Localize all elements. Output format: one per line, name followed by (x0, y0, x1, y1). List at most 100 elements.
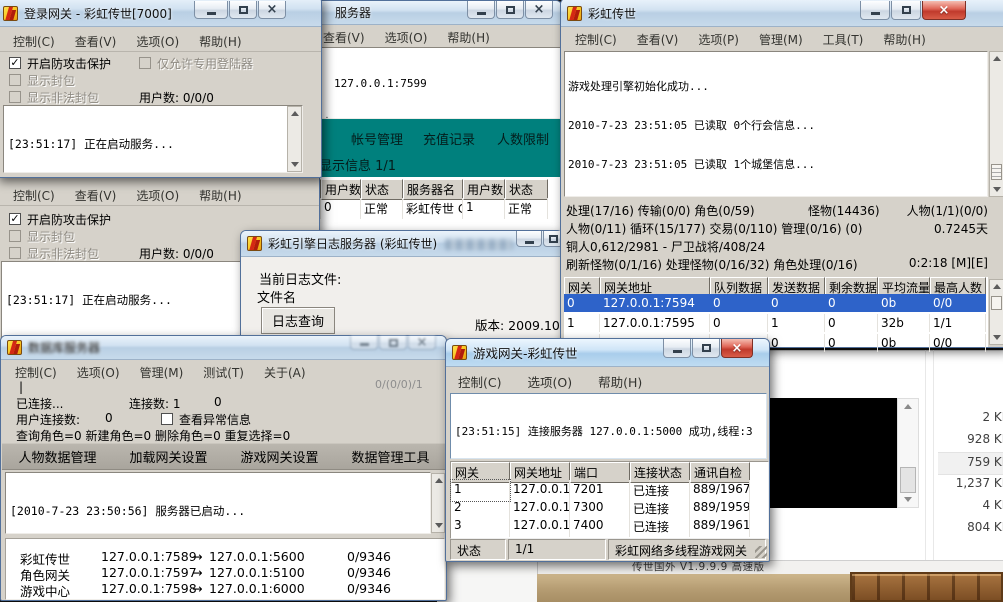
menu-test[interactable]: 测试(T) (203, 364, 244, 381)
file-size-row[interactable]: 928 KB (938, 430, 1003, 451)
scroll-down-icon[interactable] (291, 162, 299, 167)
file-size-row-selected[interactable]: 759 KB (938, 452, 1003, 475)
scroll-up-icon[interactable] (993, 56, 1001, 61)
maximize-button[interactable] (891, 1, 921, 20)
scroll-up-icon[interactable] (993, 284, 1001, 289)
data-manage-tool-button[interactable]: 数据管理工具 (351, 447, 429, 466)
titlebar[interactable]: 彩虹引擎日志服务器 (彩虹传世) (241, 231, 562, 257)
close-button[interactable]: × (258, 1, 286, 19)
column-header[interactable]: 用户数 (463, 179, 505, 200)
load-gateway-config-button[interactable]: 加载网关设置 (129, 447, 207, 466)
status-text: 人物(1/1)(0/0) (907, 202, 988, 219)
file-size-row[interactable]: 804 KB (938, 518, 1003, 539)
scroll-down-icon[interactable] (904, 497, 912, 502)
log-query-button[interactable]: 日志查询 (261, 307, 335, 334)
maximize-button[interactable] (229, 1, 257, 19)
menu-help[interactable]: 帮助(H) (199, 33, 241, 50)
menu-manage[interactable]: 管理(M) (140, 364, 184, 381)
menu-help[interactable]: 帮助(H) (598, 372, 642, 391)
menu-control[interactable]: 控制(C) (15, 364, 57, 381)
table-scrollbar[interactable] (989, 279, 1003, 345)
log-scrollbar[interactable] (431, 473, 445, 533)
menu-tools[interactable]: 工具(T) (823, 31, 864, 48)
menu-options[interactable]: 选项(P) (698, 31, 739, 48)
gateway-log[interactable]: [23:51:17] 正在启动服务... [23:51:17] 启动服务完成..… (3, 105, 303, 173)
menu-options[interactable]: 选项(O) (136, 33, 179, 50)
table-row[interactable]: 1 127.0.0.1:7595 0 1 0 32b 1/1 (564, 314, 986, 332)
menu-help[interactable]: 帮助(H) (883, 31, 925, 48)
scrollbar-thumb[interactable] (991, 164, 1002, 180)
table-row[interactable]: 0 正常 彩虹传世 C 1 正常 (303, 198, 548, 219)
window-main-server: 彩虹传世 × 控制(C) 查看(V) 选项(P) 管理(M) 工具(T) 帮助(… (560, 0, 1003, 348)
scroll-up-icon[interactable] (291, 111, 299, 116)
close-button[interactable]: × (525, 1, 553, 19)
scroll-up-icon[interactable] (904, 404, 912, 409)
scroll-down-icon[interactable] (993, 187, 1001, 192)
checkbox-view-exception[interactable] (161, 413, 173, 425)
account-manage-button[interactable]: 帐号管理 (351, 129, 403, 148)
file-size-row[interactable]: 2 KB (938, 408, 1003, 429)
scroll-up-icon[interactable] (435, 478, 443, 483)
gateway-log[interactable]: [23:51:15] 连接服务器 127.0.0.1:5000 成功,线程:3 … (450, 393, 767, 459)
connection-extra-label: 0 (214, 395, 222, 409)
menu-options[interactable]: 选项(O) (385, 29, 428, 46)
maximize-button[interactable] (379, 336, 407, 350)
menu-view[interactable]: 查看(V) (75, 187, 117, 204)
column-header[interactable]: 服务器名 (403, 179, 463, 200)
show-info-label[interactable]: 显示信息 1/1 (319, 155, 396, 174)
scrollbar-thumb[interactable] (900, 467, 916, 493)
database-log[interactable]: [2010-7-23 23:50:56] 服务器已启动... [2010-7-2… (5, 472, 431, 534)
minimize-button[interactable] (663, 339, 691, 358)
scrollbar-thumb[interactable] (991, 296, 1002, 310)
server-log[interactable]: 127.0.0.1:7599 功: test .0.1/127.0.0.1 数江… (303, 47, 561, 119)
menu-view[interactable]: 查看(V) (75, 33, 117, 50)
menu-options[interactable]: 选项(O) (527, 372, 572, 391)
game-gateway-config-button[interactable]: 游戏网关设置 (240, 447, 318, 466)
menu-help[interactable]: 帮助(H) (447, 29, 489, 46)
checkbox-show-packet (9, 230, 21, 242)
maximize-button[interactable] (692, 339, 720, 358)
menu-help[interactable]: 帮助(H) (199, 187, 241, 204)
menu-control[interactable]: 控制(C) (458, 372, 501, 391)
player-limit-button[interactable]: 人数限制 (497, 129, 549, 148)
resize-grip[interactable] (755, 546, 767, 558)
menu-view[interactable]: 查看(V) (323, 29, 365, 46)
minimize-button[interactable] (467, 1, 495, 19)
log-scrollbar[interactable] (989, 51, 1003, 197)
menu-control[interactable]: 控制(C) (13, 33, 55, 50)
close-button[interactable]: × (922, 1, 966, 20)
minimize-button[interactable] (350, 336, 378, 350)
minimize-button[interactable] (860, 1, 890, 20)
menu-options[interactable]: 选项(O) (77, 364, 120, 381)
checkbox-show-illegal-packet (9, 247, 21, 259)
scroll-down-icon[interactable] (993, 335, 1001, 340)
recharge-record-button[interactable]: 充值记录 (423, 129, 475, 148)
main-server-log[interactable]: 游戏处理引擎初始化成功... 2010-7-23 23:51:05 已读取 0个… (564, 51, 988, 197)
close-button[interactable]: × (721, 339, 753, 358)
minimize-button[interactable] (516, 231, 542, 247)
status-text: 刷新怪物(0/1/16) 处理怪物(0/16/32) 角色处理(0/16) (566, 256, 858, 273)
file-size-row[interactable]: 4 KB (938, 496, 1003, 517)
checkbox-anti-attack[interactable] (9, 57, 21, 69)
column-header[interactable]: 状态 (361, 179, 403, 200)
menu-options[interactable]: 选项(O) (136, 187, 179, 204)
menu-control[interactable]: 控制(C) (575, 31, 617, 48)
column-header[interactable]: 用户数 (321, 179, 361, 200)
table-row[interactable]: 3 127.0.0.1 7400 已连接 889/1961 (451, 516, 750, 537)
column-header[interactable]: 状态 (505, 179, 548, 200)
file-size-row[interactable]: 1,237 KB (938, 474, 1003, 495)
player-data-manage-button[interactable]: 人物数据管理 (18, 447, 96, 466)
console-scrollbar[interactable] (897, 398, 919, 508)
close-button[interactable]: × (408, 336, 436, 350)
menu-manage[interactable]: 管理(M) (759, 31, 803, 48)
minimize-button[interactable] (194, 1, 228, 19)
log-scrollbar[interactable] (287, 106, 302, 172)
menu-about[interactable]: 关于(A) (264, 364, 306, 381)
menu-view[interactable]: 查看(V) (637, 31, 679, 48)
checkbox-anti-attack[interactable] (9, 213, 21, 225)
table-row-selected[interactable]: 0 127.0.0.1:7594 0 0 0 0b 0/0 (564, 294, 986, 312)
menu-control[interactable]: 控制(C) (13, 187, 55, 204)
maximize-button[interactable] (496, 1, 524, 19)
scroll-down-icon[interactable] (435, 523, 443, 528)
status-label: 状态 (450, 539, 506, 560)
